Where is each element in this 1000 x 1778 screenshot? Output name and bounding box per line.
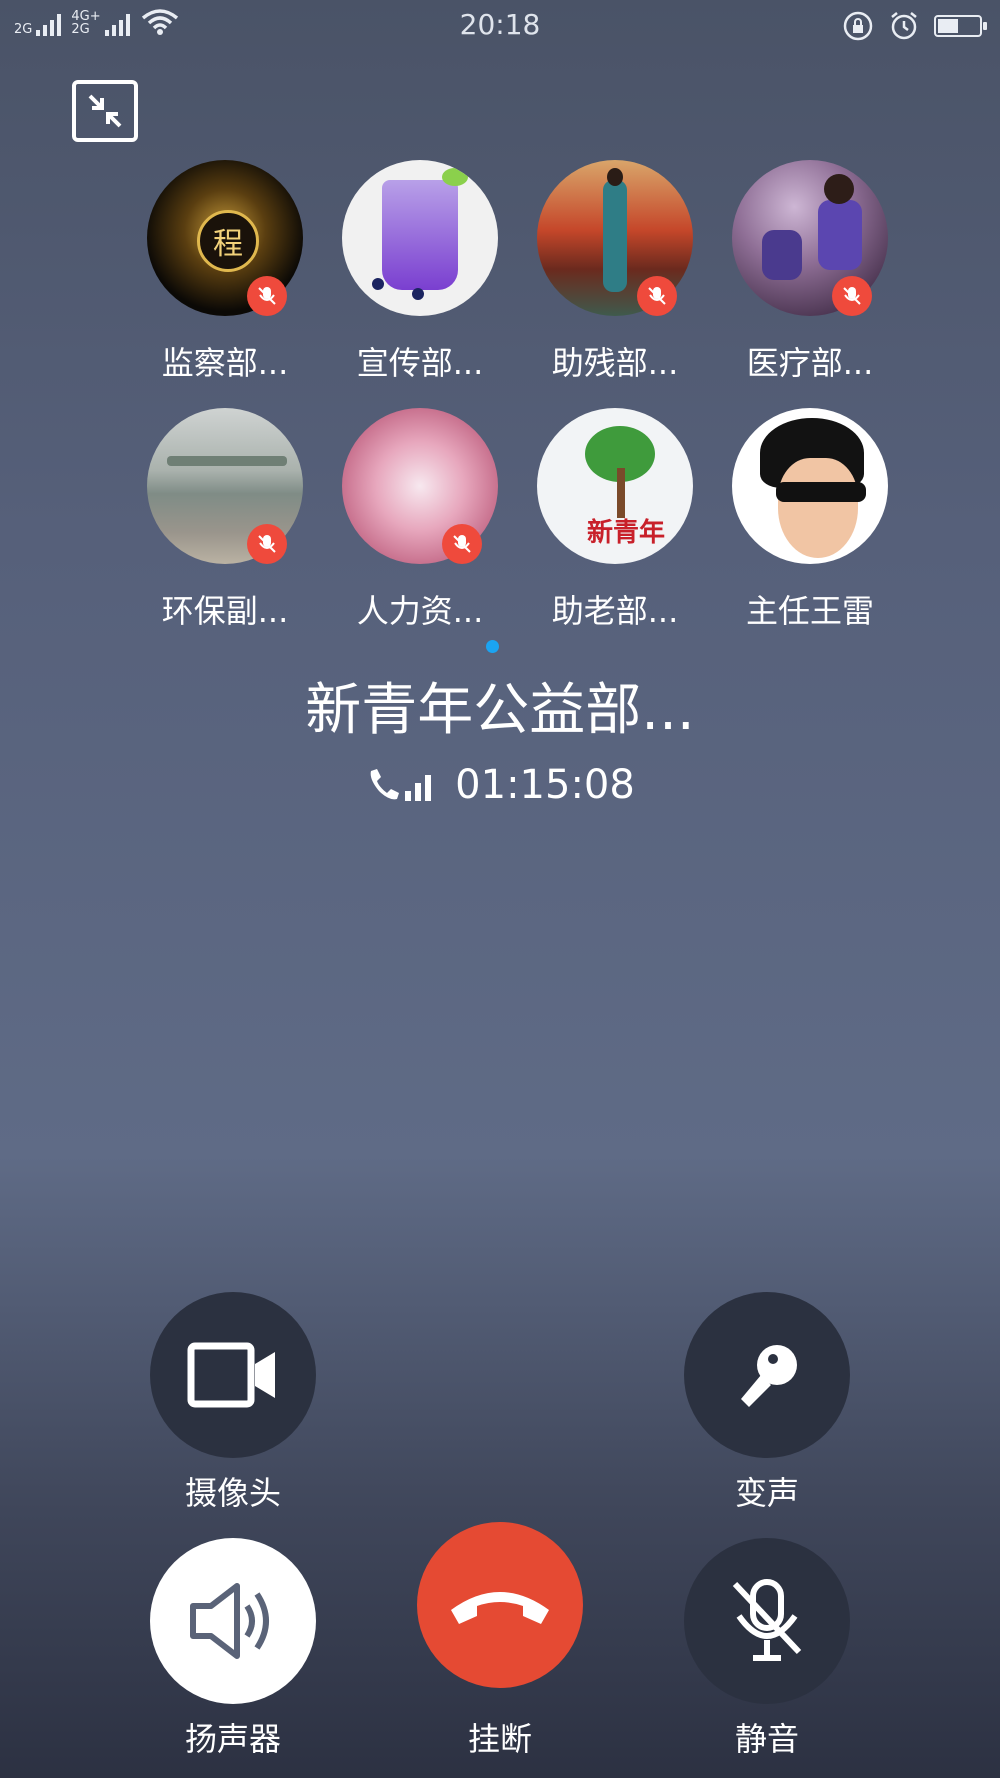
minimize-button[interactable] — [72, 80, 138, 142]
member-name: 主任王雷 — [745, 592, 874, 630]
muted-badge — [247, 276, 287, 316]
rotation-lock-icon — [843, 11, 873, 41]
camera-label: 摄像头 — [184, 1474, 281, 1512]
speaker-icon — [190, 1583, 269, 1659]
member-name: 人力资... — [356, 592, 484, 630]
muted-badge — [637, 276, 677, 316]
member-name: 助老部... — [551, 592, 679, 630]
member-item[interactable]: 助残部... — [520, 160, 710, 384]
mic-off-icon — [732, 1579, 802, 1661]
member-item[interactable]: 主任王雷 — [715, 408, 905, 632]
mic-off-icon — [648, 287, 666, 305]
avatar — [732, 408, 888, 564]
camera-control[interactable]: 摄像头 — [133, 1292, 333, 1514]
mic-off-icon — [453, 535, 471, 553]
mute-control[interactable]: 静音 — [667, 1538, 867, 1760]
mute-button[interactable] — [684, 1538, 850, 1704]
voice-changer-control[interactable]: 变声 — [667, 1292, 867, 1514]
member-item[interactable]: 宣传部... — [325, 160, 515, 384]
member-name: 助残部... — [551, 344, 679, 382]
phone-signal-icon — [370, 769, 432, 801]
hangup-control[interactable]: 挂断 — [400, 1522, 600, 1760]
member-name: 监察部... — [161, 344, 289, 382]
speaker-label: 扬声器 — [184, 1720, 281, 1758]
member-item[interactable]: 程 监察部... — [130, 160, 320, 384]
voice-changer-label: 变声 — [734, 1474, 799, 1512]
avatar — [342, 160, 498, 316]
group-name: 新青年公益部... — [305, 678, 695, 743]
voice-changer-button[interactable] — [684, 1292, 850, 1458]
logo-seal: 程 — [197, 210, 259, 272]
status-right — [842, 10, 987, 42]
battery-icon — [934, 15, 987, 37]
mic-off-icon — [843, 287, 861, 305]
muted-badge — [247, 524, 287, 564]
speaker-control[interactable]: 扬声器 — [133, 1538, 333, 1760]
avatar: 新青年 — [537, 408, 693, 564]
call-duration: 01:15:08 — [455, 762, 635, 808]
member-item[interactable]: 新青年 助老部... — [520, 408, 710, 632]
hangup-phone-icon — [451, 1592, 549, 1624]
hangup-button[interactable] — [417, 1522, 583, 1688]
member-name: 环保副... — [161, 592, 289, 630]
page-indicator-dot — [486, 640, 499, 653]
muted-badge — [442, 524, 482, 564]
mic-off-icon — [258, 535, 276, 553]
member-name: 医疗部... — [746, 344, 874, 382]
status-bar: 2G 4G+ 2G 20:18 — [0, 0, 1000, 50]
hangup-label: 挂断 — [467, 1720, 532, 1758]
shrink-icon — [88, 94, 122, 128]
member-item[interactable]: 医疗部... — [715, 160, 905, 384]
mic-off-icon — [258, 287, 276, 305]
logo-text: 新青年 — [586, 518, 665, 548]
member-item[interactable]: 环保副... — [130, 408, 320, 632]
alarm-icon — [891, 12, 917, 40]
muted-badge — [832, 276, 872, 316]
call-info: 01:15:08 — [0, 762, 1000, 808]
camera-button[interactable] — [150, 1292, 316, 1458]
mute-label: 静音 — [734, 1720, 799, 1758]
member-item[interactable]: 人力资... — [325, 408, 515, 632]
video-camera-icon — [187, 1342, 275, 1408]
member-name: 宣传部... — [356, 344, 484, 382]
speaker-button[interactable] — [150, 1538, 316, 1704]
microphone-fx-icon — [741, 1345, 797, 1407]
